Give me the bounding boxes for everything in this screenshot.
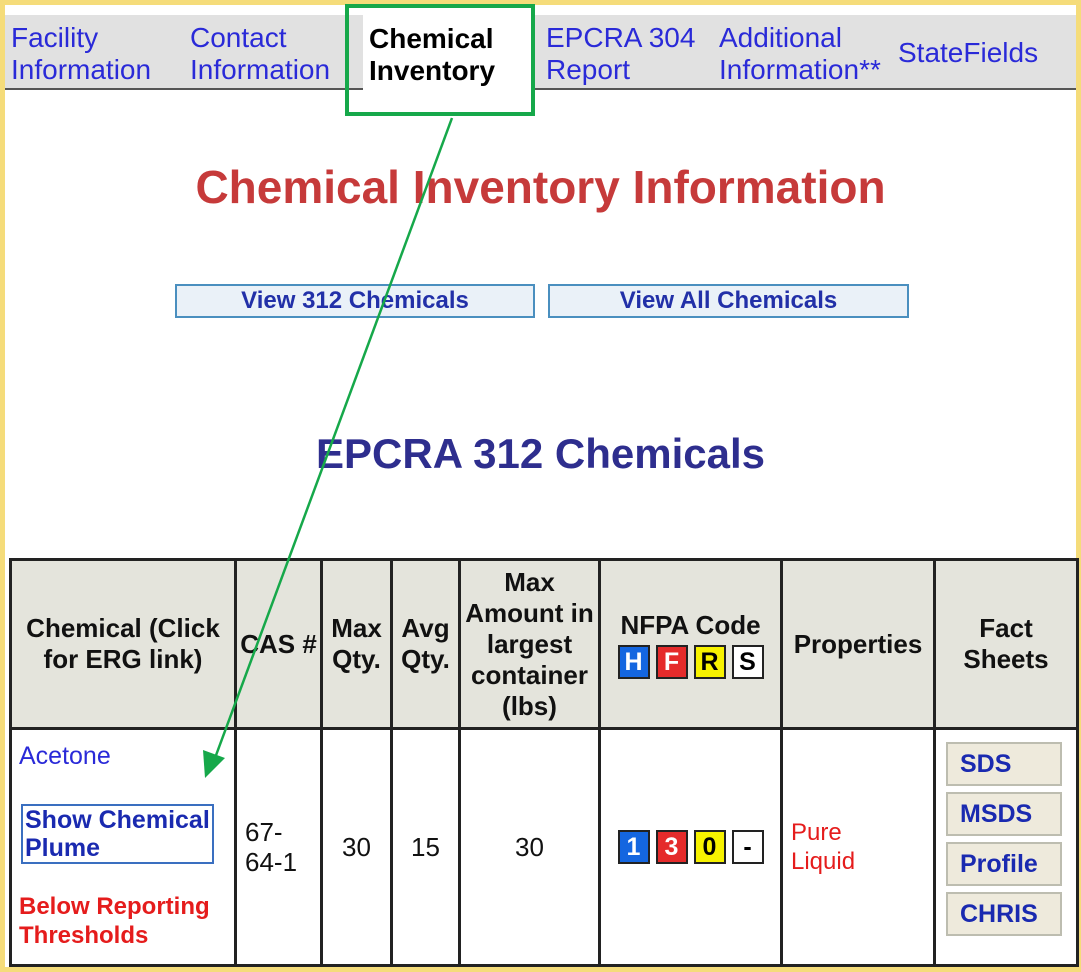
nfpa-header-label: NFPA Code (620, 609, 761, 640)
header-largest-container: Max Amount in largest container (lbs) (458, 558, 601, 730)
table-row: Acetone Show Chemical Plume Below Report… (9, 727, 1079, 967)
largest-container-amount: 30 (458, 727, 601, 967)
tab-epcra-304-report[interactable]: EPCRA 304 Report (546, 22, 695, 86)
chemical-cell: Acetone Show Chemical Plume Below Report… (9, 727, 237, 967)
nfpa-special-value: - (731, 830, 764, 864)
nfpa-health-icon: H (617, 644, 650, 679)
nfpa-special-icon: S (731, 644, 764, 679)
cas-value: 67-64-1 (245, 817, 298, 877)
tab-contact-information[interactable]: Contact Information (190, 22, 330, 86)
nfpa-values: 130- (598, 727, 783, 967)
tab-label: Information (11, 54, 152, 85)
tab-label: Facility (11, 22, 99, 53)
view-312-chemicals-button[interactable]: View 312 Chemicals (175, 284, 535, 318)
show-chemical-plume-link[interactable]: Show Chemical Plume (21, 804, 214, 864)
header-max-qty: Max Qty. (320, 558, 393, 730)
tab-label: EPCRA 304 (546, 22, 696, 53)
msds-button[interactable]: MSDS (946, 792, 1062, 836)
tab-statefields[interactable]: StateFields (898, 37, 1038, 69)
chris-button[interactable]: CHRIS (946, 892, 1062, 936)
tab-label: StateFields (898, 37, 1039, 68)
nfpa-health-value: 1 (617, 830, 650, 864)
sds-button[interactable]: SDS (946, 742, 1062, 786)
nfpa-fire-icon: F (655, 644, 688, 679)
view-all-chemicals-button[interactable]: View All Chemicals (548, 284, 909, 318)
header-cas: CAS # (234, 558, 323, 730)
header-nfpa: NFPA Code HFRS (598, 558, 783, 730)
section-title: EPCRA 312 Chemicals (316, 430, 765, 477)
nfpa-reactivity-value: 0 (693, 830, 726, 864)
cas-number: 67-64-1 (234, 727, 323, 967)
header-avg-qty: Avg Qty. (390, 558, 461, 730)
tab-label: Report (546, 54, 631, 85)
page-title: Chemical Inventory Information (195, 161, 886, 213)
table-header-row: Chemical (Click for ERG link) CAS # Max … (9, 558, 1079, 730)
properties-value: Pure Liquid (791, 819, 856, 875)
max-qty: 30 (320, 727, 393, 967)
fact-sheets-cell: SDS MSDS Profile CHRIS (933, 727, 1079, 967)
profile-button[interactable]: Profile (946, 842, 1062, 886)
header-properties: Properties (780, 558, 936, 730)
chemical-erg-link[interactable]: Acetone (19, 742, 111, 771)
tab-additional-information[interactable]: Additional Information** (719, 22, 881, 86)
active-tab-highlight (345, 4, 535, 116)
tab-facility-information[interactable]: Facility Information (11, 22, 151, 86)
nfpa-fire-value: 3 (655, 830, 688, 864)
tab-label: Additional (719, 22, 842, 53)
avg-qty: 15 (390, 727, 461, 967)
chemical-table: Chemical (Click for ERG link) CAS # Max … (9, 558, 1079, 967)
reporting-status: Below Reporting Thresholds (19, 893, 210, 949)
tab-label: Information** (719, 54, 881, 85)
header-fact-sheets: Fact Sheets (933, 558, 1079, 730)
tab-label: Information (190, 54, 331, 85)
tab-label: Contact (190, 22, 287, 53)
header-chemical: Chemical (Click for ERG link) (9, 558, 237, 730)
nfpa-reactivity-icon: R (693, 644, 726, 679)
properties-cell: Pure Liquid (780, 727, 936, 967)
tab-bar: Facility Information Contact Information… (5, 15, 1076, 90)
